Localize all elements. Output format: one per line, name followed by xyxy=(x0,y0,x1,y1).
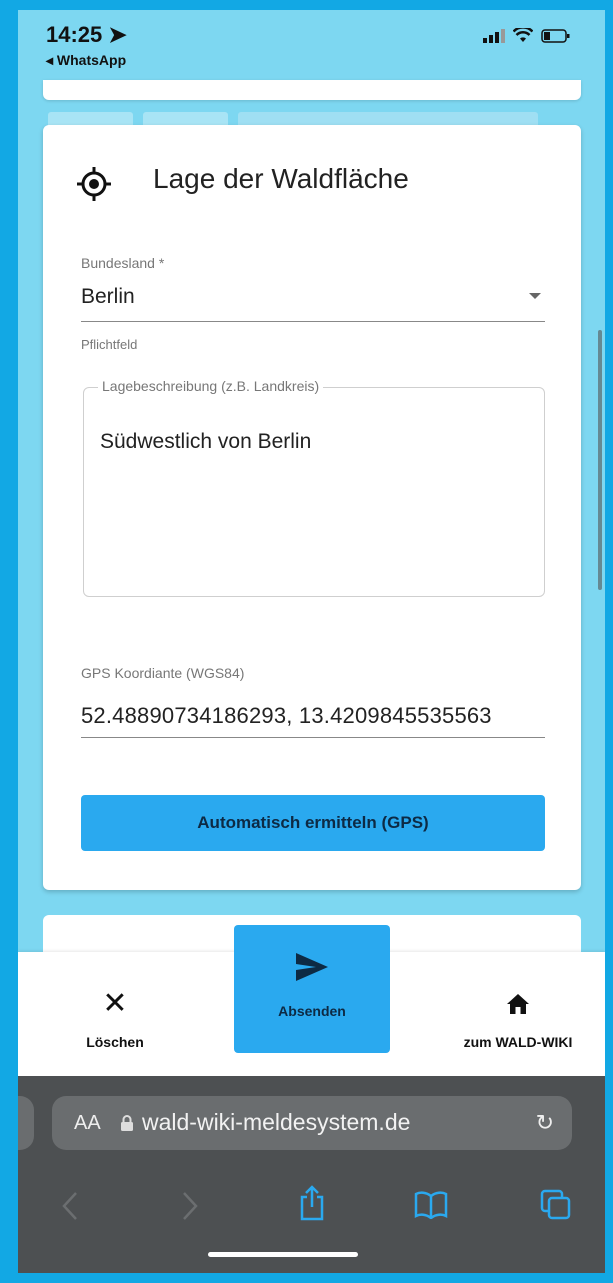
scrollbar[interactable] xyxy=(598,330,602,590)
lagebeschreibung-textarea[interactable]: Lagebeschreibung (z.B. Landkreis) Südwes… xyxy=(83,378,545,597)
battery-icon xyxy=(541,28,570,43)
bookmarks-icon[interactable] xyxy=(414,1191,448,1219)
send-icon xyxy=(296,953,328,981)
home-icon xyxy=(507,994,529,1014)
wifi-icon xyxy=(513,28,533,42)
previous-tab-peek[interactable] xyxy=(18,1096,34,1150)
url-text: wald-wiki-meldesystem.de xyxy=(142,1109,411,1135)
delete-button[interactable]: ✕ Löschen xyxy=(60,987,170,1051)
location-arrow-icon: ➤ xyxy=(108,22,127,47)
delete-label: Löschen xyxy=(86,1034,144,1050)
share-icon[interactable] xyxy=(298,1185,326,1221)
forward-arrow-icon[interactable] xyxy=(182,1191,198,1221)
gps-value: 52.48890734186293, 13.4209845535563 xyxy=(81,703,492,728)
bundesland-select[interactable]: Berlin xyxy=(81,275,545,322)
lagebeschreibung-label: Lagebeschreibung (z.B. Landkreis) xyxy=(98,378,324,394)
wiki-label: zum WALD-WIKI xyxy=(463,1034,573,1050)
system-icons xyxy=(483,28,571,43)
auto-locate-button[interactable]: Automatisch ermitteln (GPS) xyxy=(81,795,545,851)
previous-card xyxy=(43,80,581,100)
status-bar: 14:25 ➤ ◂ WhatsApp xyxy=(18,10,605,80)
browser-toolbar: AA wald-wiki-meldesystem.de ↻ xyxy=(18,1076,605,1273)
bundesland-value: Berlin xyxy=(81,285,135,308)
browser-nav-row xyxy=(18,1181,605,1231)
lagebeschreibung-value: Südwestlich von Berlin xyxy=(100,430,312,453)
card-title: Lage der Waldfläche xyxy=(153,163,409,194)
gps-label: GPS Koordiante (WGS84) xyxy=(81,665,245,681)
tabs-icon[interactable] xyxy=(540,1189,572,1221)
send-label: Absenden xyxy=(278,1003,346,1019)
location-card: Lage der Waldfläche Bundesland * Berlin … xyxy=(43,125,581,890)
status-time: 14:25 ➤ xyxy=(46,22,127,47)
dropdown-caret-icon xyxy=(529,293,541,299)
phone-screen: 14:25 ➤ ◂ WhatsApp Lage der Waldfläche B… xyxy=(18,10,605,1273)
bundesland-label: Bundesland * xyxy=(81,255,165,271)
gps-target-icon xyxy=(77,167,111,201)
home-indicator xyxy=(208,1252,358,1257)
gps-input[interactable]: 52.48890734186293, 13.4209845535563 xyxy=(81,685,545,738)
send-button[interactable]: Absenden xyxy=(234,925,390,1053)
address-bar[interactable]: AA wald-wiki-meldesystem.de ↻ xyxy=(52,1096,572,1150)
bundesland-helper: Pflichtfeld xyxy=(81,337,138,352)
reload-icon[interactable]: ↻ xyxy=(536,1110,554,1136)
lock-icon xyxy=(121,1115,133,1131)
back-arrow-icon[interactable] xyxy=(62,1191,78,1221)
close-icon: ✕ xyxy=(102,987,128,1020)
signal-icon xyxy=(483,28,505,43)
back-to-app-link[interactable]: ◂ WhatsApp xyxy=(46,52,126,69)
reader-options-button[interactable]: AA xyxy=(74,1112,101,1135)
wiki-button[interactable]: zum WALD-WIKI xyxy=(438,988,598,1050)
